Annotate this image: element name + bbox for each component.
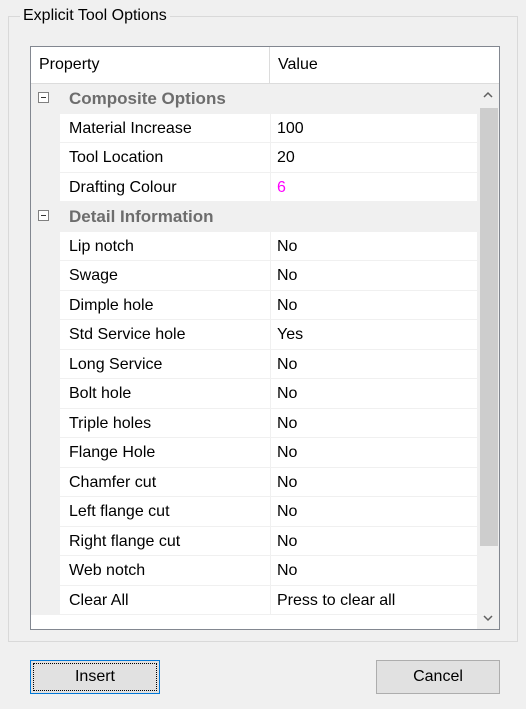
cancel-button[interactable]: Cancel	[376, 660, 500, 694]
property-row-flange-hole[interactable]: Flange Hole No	[31, 438, 477, 468]
property-label: Std Service hole	[69, 326, 186, 343]
property-value[interactable]: 20	[277, 143, 295, 172]
property-label: Long Service	[69, 355, 163, 373]
property-label: Bolt hole	[69, 385, 132, 402]
property-value[interactable]: No	[277, 438, 297, 467]
property-value[interactable]: No	[277, 379, 297, 408]
property-label: Lip notch	[69, 237, 134, 255]
scroll-up-button[interactable]	[477, 84, 499, 106]
property-label: Chamfer cut	[69, 473, 157, 491]
scroll-down-button[interactable]	[477, 607, 499, 629]
grid-header: Property Value	[31, 47, 499, 84]
property-row-chamfer-cut[interactable]: Chamfer cut No	[31, 467, 477, 497]
property-row-drafting-colour[interactable]: Drafting Colour 6	[31, 172, 477, 202]
property-row-clear-all[interactable]: Clear All Press to clear all	[31, 585, 477, 615]
property-value[interactable]: No	[277, 468, 297, 497]
property-value[interactable]: No	[277, 527, 297, 556]
chevron-up-icon	[483, 91, 493, 98]
property-row-lip-notch[interactable]: Lip notch No	[31, 231, 477, 261]
property-label: Swage	[69, 267, 118, 284]
property-label: Material Increase	[69, 119, 192, 137]
property-grid[interactable]: Property Value Composite Options Materia…	[30, 46, 500, 630]
insert-button[interactable]: Insert	[30, 660, 160, 694]
property-row-right-flange-cut[interactable]: Right flange cut No	[31, 526, 477, 556]
property-value[interactable]: Press to clear all	[277, 586, 395, 615]
property-row-bolt-hole[interactable]: Bolt hole No	[31, 379, 477, 409]
property-row-left-flange-cut[interactable]: Left flange cut No	[31, 497, 477, 527]
property-value[interactable]: 6	[277, 173, 286, 202]
collapse-detail-icon[interactable]	[38, 210, 49, 221]
property-row-triple-holes[interactable]: Triple holes No	[31, 408, 477, 438]
property-value[interactable]: No	[277, 232, 297, 261]
property-label: Triple holes	[69, 414, 152, 432]
property-value[interactable]: No	[277, 556, 297, 585]
property-value[interactable]: No	[277, 291, 297, 320]
category-title: Detail Information	[69, 207, 214, 226]
property-row-long-service[interactable]: Long Service No	[31, 349, 477, 379]
property-row-web-notch[interactable]: Web notch No	[31, 556, 477, 586]
category-detail-information[interactable]: Detail Information	[31, 202, 477, 232]
category-title: Composite Options	[69, 89, 226, 108]
chevron-down-icon	[483, 615, 493, 622]
property-value[interactable]: No	[277, 409, 297, 438]
property-label: Dimple hole	[69, 296, 154, 314]
property-value[interactable]: No	[277, 261, 297, 290]
property-row-swage[interactable]: Swage No	[31, 261, 477, 291]
property-label: Left flange cut	[69, 503, 170, 520]
property-column-header[interactable]: Property	[31, 47, 270, 83]
scrollbar-thumb[interactable]	[480, 108, 498, 546]
property-row-std-service-hole[interactable]: Std Service hole Yes	[31, 320, 477, 350]
property-value[interactable]: No	[277, 497, 297, 526]
property-row-tool-location[interactable]: Tool Location 20	[31, 143, 477, 173]
value-column-header[interactable]: Value	[270, 47, 499, 83]
property-row-dimple-hole[interactable]: Dimple hole No	[31, 290, 477, 320]
property-value[interactable]: No	[277, 350, 297, 379]
property-label: Web notch	[69, 562, 146, 579]
grid-rows: Composite Options Material Increase 100 …	[31, 84, 477, 615]
property-label: Drafting Colour	[69, 178, 177, 196]
vertical-scrollbar[interactable]	[477, 84, 499, 629]
property-label: Right flange cut	[69, 532, 181, 550]
property-label: Clear All	[69, 591, 129, 609]
property-value[interactable]: Yes	[277, 320, 303, 349]
cancel-button-label: Cancel	[413, 668, 463, 685]
collapse-composite-icon[interactable]	[38, 92, 49, 103]
property-label: Tool Location	[69, 149, 164, 166]
category-composite-options[interactable]: Composite Options	[31, 84, 477, 114]
group-title: Explicit Tool Options	[20, 6, 170, 26]
property-value[interactable]: 100	[277, 114, 304, 143]
property-row-material-increase[interactable]: Material Increase 100	[31, 113, 477, 143]
property-label: Flange Hole	[69, 444, 156, 461]
